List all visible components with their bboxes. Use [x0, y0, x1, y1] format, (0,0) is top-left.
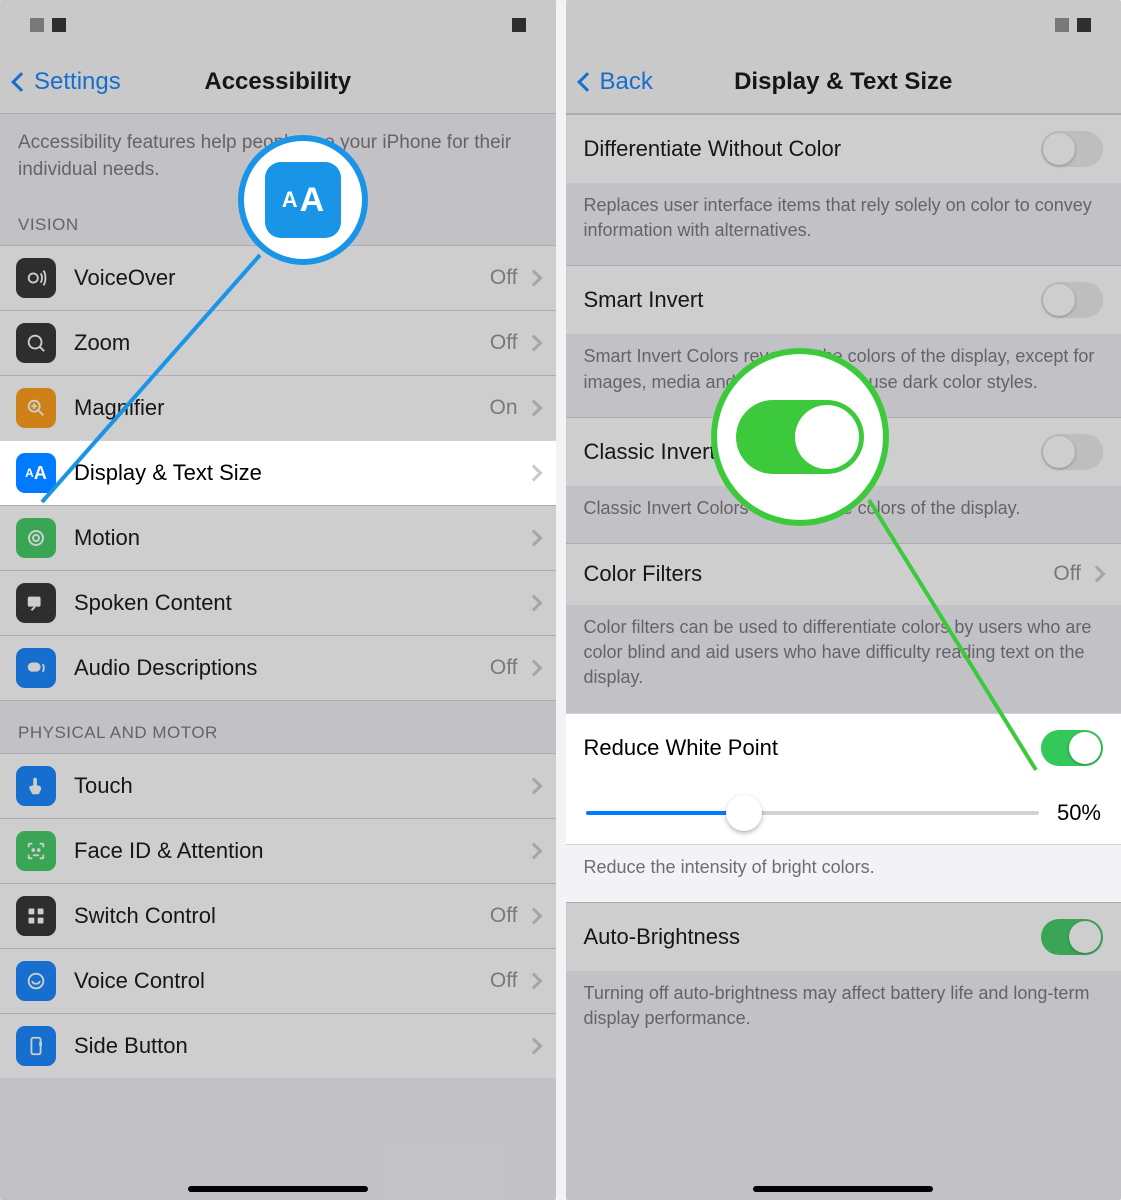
- row-faceid[interactable]: Face ID & Attention: [0, 818, 556, 883]
- nav-bar: Settings Accessibility: [0, 50, 556, 114]
- chevron-right-icon: [525, 595, 542, 612]
- back-button[interactable]: Back: [580, 68, 653, 96]
- note-differentiate: Replaces user interface items that rely …: [566, 183, 1121, 265]
- back-button[interactable]: Settings: [14, 68, 121, 96]
- status-bar: [566, 0, 1121, 50]
- left-screenshot: Settings Accessibility Accessibility fea…: [0, 0, 556, 1200]
- row-switch-control[interactable]: Switch Control Off: [0, 883, 556, 948]
- voice-control-icon: [16, 961, 56, 1001]
- chevron-right-icon: [525, 908, 542, 925]
- row-value: Off: [490, 331, 518, 355]
- row-zoom[interactable]: Zoom Off: [0, 310, 556, 375]
- row-voice-control[interactable]: Voice Control Off: [0, 948, 556, 1013]
- chevron-right-icon: [525, 400, 542, 417]
- magnifier-icon: [16, 388, 56, 428]
- zoom-icon: [16, 323, 56, 363]
- note-color-filters: Color filters can be used to differentia…: [566, 605, 1121, 713]
- row-label: Color Filters: [584, 561, 1054, 587]
- toggle-differentiate-color[interactable]: [1041, 131, 1103, 167]
- row-label: Face ID & Attention: [74, 838, 528, 864]
- row-label: Side Button: [74, 1033, 528, 1059]
- row-label: Reduce White Point: [584, 735, 1042, 761]
- row-display-text-size[interactable]: AA Display & Text Size: [0, 440, 556, 505]
- status-bar: [0, 0, 556, 50]
- row-reduce-white-point[interactable]: Reduce White Point: [566, 713, 1121, 782]
- faceid-icon: [16, 831, 56, 871]
- text-size-icon-large: AA: [265, 162, 341, 238]
- note-reduce-white-point: Reduce the intensity of bright colors.: [566, 845, 1121, 902]
- row-label: Spoken Content: [74, 590, 528, 616]
- row-label: Magnifier: [74, 395, 489, 421]
- touch-icon: [16, 766, 56, 806]
- toggle-smart-invert[interactable]: [1041, 282, 1103, 318]
- row-label: Zoom: [74, 330, 490, 356]
- toggle-on-icon-large: [736, 400, 864, 474]
- chevron-left-icon: [11, 72, 31, 92]
- row-value: Off: [490, 656, 518, 680]
- slider-white-point[interactable]: 50%: [566, 782, 1121, 845]
- callout-text-size-icon: AA: [238, 135, 368, 265]
- row-auto-brightness[interactable]: Auto-Brightness: [566, 902, 1121, 971]
- row-side-button[interactable]: Side Button: [0, 1013, 556, 1078]
- text-size-icon: AA: [16, 453, 56, 493]
- row-value: Off: [490, 969, 518, 993]
- chevron-right-icon: [525, 465, 542, 482]
- row-label: Audio Descriptions: [74, 655, 490, 681]
- row-touch[interactable]: Touch: [0, 753, 556, 818]
- row-smart-invert[interactable]: Smart Invert: [566, 265, 1121, 334]
- row-motion[interactable]: Motion: [0, 505, 556, 570]
- row-label: Switch Control: [74, 903, 490, 929]
- row-label: Motion: [74, 525, 528, 551]
- callout-toggle-on: [711, 348, 889, 526]
- row-label: Touch: [74, 773, 528, 799]
- audio-descriptions-icon: [16, 648, 56, 688]
- row-label: Smart Invert: [584, 287, 1042, 313]
- row-label: Display & Text Size: [74, 460, 528, 486]
- toggle-reduce-white-point[interactable]: [1041, 730, 1103, 766]
- row-value: Off: [490, 904, 518, 928]
- voiceover-icon: [16, 258, 56, 298]
- chevron-right-icon: [525, 530, 542, 547]
- row-spoken-content[interactable]: Spoken Content: [0, 570, 556, 635]
- row-value: On: [489, 396, 517, 420]
- row-value: Off: [490, 266, 518, 290]
- chevron-left-icon: [577, 72, 597, 92]
- side-button-icon: [16, 1026, 56, 1066]
- section-header-physical: PHYSICAL AND MOTOR: [0, 701, 556, 753]
- toggle-classic-invert[interactable]: [1041, 434, 1103, 470]
- row-audio-descriptions[interactable]: Audio Descriptions Off: [0, 635, 556, 701]
- chevron-right-icon: [525, 335, 542, 352]
- chevron-right-icon: [525, 660, 542, 677]
- row-label: Differentiate Without Color: [584, 136, 1042, 162]
- toggle-auto-brightness[interactable]: [1041, 919, 1103, 955]
- row-value: Off: [1053, 562, 1081, 586]
- slider-track[interactable]: [586, 811, 1039, 815]
- row-differentiate-color[interactable]: Differentiate Without Color: [566, 114, 1121, 183]
- nav-bar: Back Display & Text Size: [566, 50, 1121, 114]
- chevron-right-icon: [525, 1038, 542, 1055]
- row-label: Auto-Brightness: [584, 924, 1042, 950]
- chevron-right-icon: [525, 270, 542, 287]
- right-screenshot: Back Display & Text Size Differentiate W…: [566, 0, 1121, 1200]
- chevron-right-icon: [525, 778, 542, 795]
- spoken-content-icon: [16, 583, 56, 623]
- switch-control-icon: [16, 896, 56, 936]
- slider-thumb[interactable]: [726, 795, 762, 831]
- chevron-right-icon: [525, 843, 542, 860]
- chevron-right-icon: [1089, 566, 1106, 583]
- row-color-filters[interactable]: Color Filters Off: [566, 543, 1121, 605]
- chevron-right-icon: [525, 973, 542, 990]
- slider-value: 50%: [1057, 800, 1101, 826]
- row-magnifier[interactable]: Magnifier On: [0, 375, 556, 440]
- motion-icon: [16, 518, 56, 558]
- back-label: Back: [600, 68, 653, 96]
- row-label: Voice Control: [74, 968, 490, 994]
- home-indicator: [753, 1186, 933, 1192]
- home-indicator: [188, 1186, 368, 1192]
- note-auto-brightness: Turning off auto-brightness may affect b…: [566, 971, 1121, 1053]
- row-label: VoiceOver: [74, 265, 490, 291]
- back-label: Settings: [34, 68, 121, 96]
